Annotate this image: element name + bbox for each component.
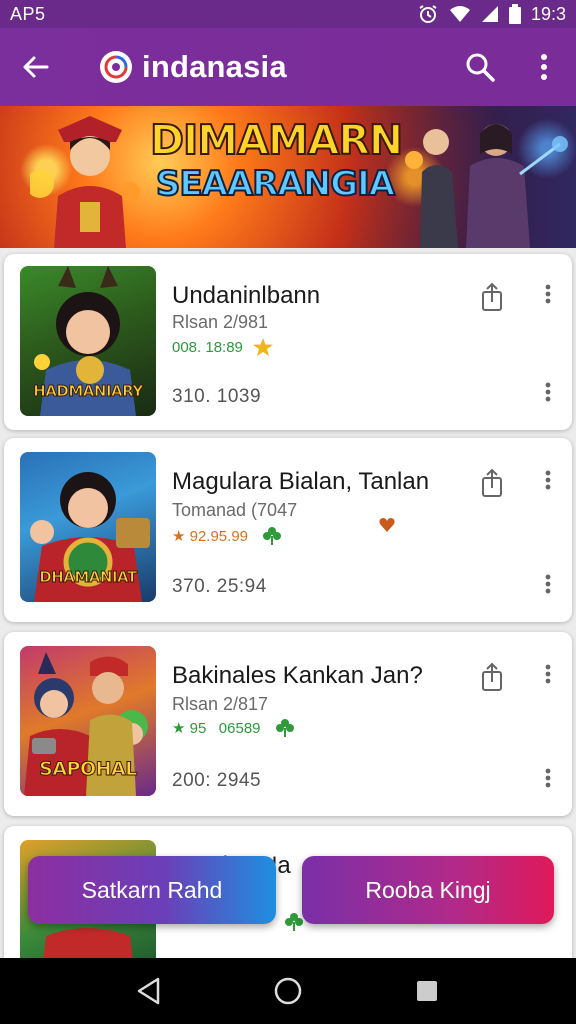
card-secondary-menu-button[interactable] [536,766,560,790]
app-rating: 008. 18:89 [172,338,273,356]
card-secondary-menu-button[interactable] [536,380,560,404]
app-title: Bakinales Kankan Jan? [172,662,423,689]
app-card[interactable]: SAPOHAL Bakinales Kankan Jan? Rlsan 2/81… [4,632,572,816]
app-bar: indanasia [0,28,576,106]
share-button[interactable] [478,282,506,312]
heart-badge-icon [379,518,395,532]
card-menu-button[interactable] [536,662,560,686]
app-subtitle: Rlsan 2/981 [172,312,269,332]
more-vert-icon [545,664,551,684]
star-icon [252,338,273,356]
status-bar: AP5 19:3 [0,0,576,28]
more-vert-icon [541,54,547,80]
banner-title: DIMAMARN SEAARANGIA [149,116,404,204]
app-card[interactable]: HADMANIARY Undaninlbann Rlsan 2/981 008.… [4,254,572,430]
logo-icon [100,51,132,83]
system-nav-bar [0,958,576,1024]
screen: AP5 19:3 indanasia DIMAMARN SEAARANGIA H… [0,0,576,1024]
nav-back-icon [138,977,160,1005]
status-icons: 19:3 [417,4,566,25]
overflow-menu-button[interactable] [512,28,576,106]
nav-recents-icon [416,981,437,1001]
share-icon [482,282,502,311]
app-thumbnail: HADMANIARY [20,266,156,416]
status-time: 19:3 [530,3,566,24]
app-subtitle: Rlsan 2/817 [172,694,269,714]
search-icon [466,53,495,82]
app-rating-value: ★ 95 06589 [172,720,261,737]
share-button[interactable] [478,468,506,498]
nav-home-button[interactable] [258,961,318,1021]
app-rating: ★ 92.95.99 [172,526,282,546]
card-menu-button[interactable] [536,282,560,306]
more-vert-icon [545,470,551,490]
more-vert-icon [545,574,551,594]
app-rating-value: ★ 92.95.99 [172,528,249,545]
app-title: indanasia [142,49,287,84]
status-left-text: AP5 [10,3,46,24]
more-vert-icon [545,768,551,788]
nav-back-button[interactable] [119,961,179,1021]
app-title: Undaninlbann [172,282,321,309]
app-thumbnail: DHAMANIAT [20,452,156,602]
nav-recents-button[interactable] [397,961,457,1021]
banner-hero-right [405,124,568,248]
promo-banner[interactable]: DIMAMARN SEAARANGIA [0,106,576,248]
app-card[interactable]: DHAMANIAT Magulara Bialan, Tanlan Tomana… [4,438,572,622]
secondary-action-button[interactable]: Rooba Kingj [302,856,554,924]
app-download-count: 370. 25:94 [172,576,267,597]
app-rating: ★ 95 06589 [172,718,295,738]
share-icon [482,662,502,691]
clover-icon [263,527,282,545]
search-button[interactable] [448,28,512,106]
alarm-icon [419,5,437,23]
signal-icon [481,6,498,22]
share-icon [482,468,502,497]
banner-title-line1: DIMAMARN [149,116,404,164]
back-button[interactable] [0,28,70,106]
wifi-icon [449,6,470,22]
app-download-count: 310. 1039 [172,386,262,407]
app-subtitle: Tomanad (7047 [172,500,298,520]
banner-title-line2: SEAARANGIA [155,164,396,204]
share-button[interactable] [478,662,506,692]
thumbnail-label: DHAMANIAT [39,568,138,587]
more-vert-icon [545,382,551,402]
battery-icon [508,4,521,24]
back-arrow-icon [23,56,49,78]
app-title: Magulara Bialan, Tanlan [172,468,430,495]
nav-home-icon [274,977,302,1005]
primary-action-button[interactable]: Satkarn Rahd [28,856,276,924]
thumbnail-label: HADMANIARY [33,382,144,401]
more-vert-icon [545,284,551,304]
card-secondary-menu-button[interactable] [536,572,560,596]
thumbnail-label: SAPOHAL [39,758,138,781]
secondary-action-label: Rooba Kingj [365,876,491,903]
banner-hero-left [30,116,140,248]
primary-action-label: Satkarn Rahd [81,876,223,903]
clover-icon [285,913,303,931]
app-rating-value: 008. 18:89 [172,338,243,356]
card-menu-button[interactable] [536,468,560,492]
clover-icon [275,719,294,737]
app-thumbnail: SAPOHAL [20,646,156,796]
app-download-count: 200: 2945 [172,770,262,791]
